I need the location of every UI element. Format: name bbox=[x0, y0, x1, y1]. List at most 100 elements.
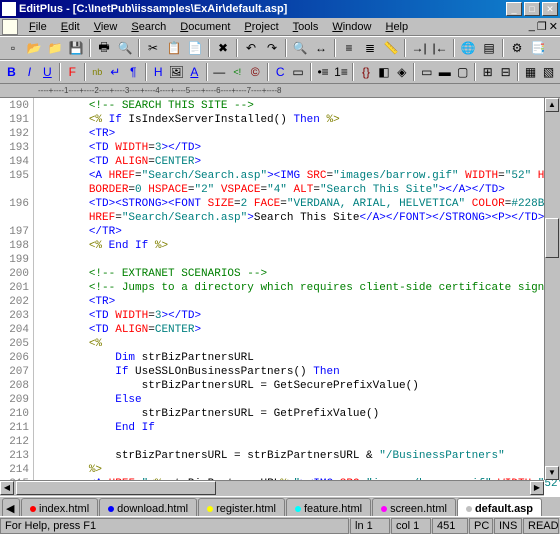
tab-feature-html[interactable]: feature.html bbox=[286, 498, 371, 516]
tablewiz-icon[interactable]: ⊟ bbox=[497, 62, 514, 82]
code-line[interactable]: <!-- EXTRANET SCENARIOS --> bbox=[36, 267, 560, 281]
tab-index-html[interactable]: index.html bbox=[21, 498, 98, 516]
code-line[interactable]: <% bbox=[36, 337, 560, 351]
input-icon[interactable]: ▬ bbox=[436, 62, 453, 82]
minimize-button[interactable]: _ bbox=[506, 2, 522, 16]
find-icon[interactable]: 🔍 bbox=[290, 38, 310, 58]
heading-icon[interactable]: H bbox=[150, 62, 167, 82]
scroll-right-icon[interactable]: ▶ bbox=[530, 481, 544, 495]
table-icon[interactable]: ⊞ bbox=[479, 62, 496, 82]
menu-document[interactable]: Document bbox=[173, 20, 237, 34]
code-line[interactable]: If UseSSLOnBusinessPartners() Then bbox=[36, 365, 560, 379]
code-line[interactable]: Dim strBizPartnersURL bbox=[36, 351, 560, 365]
code-line[interactable]: <TD ALIGN=CENTER> bbox=[36, 323, 560, 337]
horizontal-scrollbar[interactable]: ◀ ▶ bbox=[0, 480, 544, 496]
menu-view[interactable]: View bbox=[87, 20, 125, 34]
outdent-icon[interactable]: |← bbox=[430, 38, 450, 58]
print-icon[interactable]: 🖶 bbox=[94, 38, 114, 58]
break-icon[interactable]: ↵ bbox=[107, 62, 124, 82]
code-line[interactable]: <TD><STRONG><FONT SIZE=2 FACE="VERDANA, … bbox=[36, 197, 560, 211]
undo-icon[interactable]: ↶ bbox=[241, 38, 261, 58]
maximize-button[interactable]: □ bbox=[524, 2, 540, 16]
font-icon[interactable]: F bbox=[64, 62, 81, 82]
code-line[interactable]: <!-- SEARCH THIS SITE --> bbox=[36, 99, 560, 113]
scroll-left-icon[interactable]: ◀ bbox=[0, 481, 14, 495]
center-icon[interactable]: C bbox=[272, 62, 289, 82]
para-icon[interactable]: ¶ bbox=[125, 62, 142, 82]
code-line[interactable]: <A HREF="Search/Search.asp"><IMG SRC="im… bbox=[36, 169, 560, 183]
code-line[interactable]: Else bbox=[36, 393, 560, 407]
underline-icon[interactable]: U bbox=[39, 62, 56, 82]
code-line[interactable]: <TR> bbox=[36, 295, 560, 309]
code-line[interactable]: <TD WIDTH=3></TD> bbox=[36, 141, 560, 155]
code-line[interactable]: <TR> bbox=[36, 127, 560, 141]
code-line[interactable]: <TD WIDTH=3></TD> bbox=[36, 309, 560, 323]
scroll-down-icon[interactable]: ▼ bbox=[545, 466, 559, 480]
code-line[interactable]: End If bbox=[36, 421, 560, 435]
noframe-icon[interactable]: ▧ bbox=[540, 62, 557, 82]
hr-icon[interactable]: — bbox=[211, 62, 228, 82]
indent-icon[interactable]: →| bbox=[409, 38, 429, 58]
applet-icon[interactable]: ◧ bbox=[375, 62, 392, 82]
code-line[interactable]: <!-- Jumps to a directory which requires… bbox=[36, 281, 560, 295]
tab-default-asp[interactable]: default.asp bbox=[457, 498, 542, 516]
frame-icon[interactable]: ▦ bbox=[522, 62, 539, 82]
code-line[interactable]: %> bbox=[36, 463, 560, 477]
menu-search[interactable]: Search bbox=[124, 20, 173, 34]
tab-register-html[interactable]: register.html bbox=[198, 498, 285, 516]
image-icon[interactable]: 🖼 bbox=[168, 62, 185, 82]
italic-icon[interactable]: I bbox=[21, 62, 38, 82]
close-button[interactable]: ✕ bbox=[542, 2, 558, 16]
menu-help[interactable]: Help bbox=[378, 20, 415, 34]
replace-icon[interactable]: ↔ bbox=[311, 38, 331, 58]
comment-icon[interactable]: <! bbox=[229, 62, 246, 82]
open-icon[interactable]: 📂 bbox=[24, 38, 44, 58]
code-area[interactable]: <!-- SEARCH THIS SITE --> <% If IsIndexS… bbox=[34, 98, 560, 496]
object-icon[interactable]: ◈ bbox=[393, 62, 410, 82]
menu-edit[interactable]: Edit bbox=[54, 20, 87, 34]
browser-icon[interactable]: 🌐 bbox=[458, 38, 478, 58]
nbsp-icon[interactable]: nb bbox=[89, 62, 106, 82]
ol-icon[interactable]: 1≡ bbox=[333, 62, 350, 82]
anchor-icon[interactable]: A bbox=[186, 62, 203, 82]
code-line[interactable] bbox=[36, 435, 560, 449]
preview-icon[interactable]: 🔍 bbox=[115, 38, 135, 58]
doc-system-icon[interactable] bbox=[2, 19, 18, 35]
menu-window[interactable]: Window bbox=[325, 20, 378, 34]
div-icon[interactable]: ▭ bbox=[290, 62, 307, 82]
cut-icon[interactable]: ✂ bbox=[143, 38, 163, 58]
code-line[interactable] bbox=[36, 253, 560, 267]
bold-icon[interactable]: B bbox=[3, 62, 20, 82]
open-remote-icon[interactable]: 📁 bbox=[45, 38, 65, 58]
code-line[interactable]: <% If IsIndexServerInstalled() Then %> bbox=[36, 113, 560, 127]
menu-file[interactable]: File bbox=[22, 20, 54, 34]
scroll-thumb[interactable] bbox=[545, 218, 559, 258]
code-line[interactable]: BORDER=0 HSPACE="2" VSPACE="4" ALT="Sear… bbox=[36, 183, 560, 197]
delete-icon[interactable]: ✖ bbox=[213, 38, 233, 58]
tab-download-html[interactable]: download.html bbox=[99, 498, 197, 516]
directory-icon[interactable]: 📑 bbox=[528, 38, 548, 58]
mdi-close-button[interactable]: ✕ bbox=[549, 20, 558, 33]
ul-icon[interactable]: •≡ bbox=[315, 62, 332, 82]
settings-icon[interactable]: ⚙ bbox=[507, 38, 527, 58]
tab-screen-html[interactable]: screen.html bbox=[372, 498, 456, 516]
code-line[interactable]: <TD ALIGN=CENTER> bbox=[36, 155, 560, 169]
scroll-up-icon[interactable]: ▲ bbox=[545, 98, 559, 112]
copy-icon[interactable]: 📋 bbox=[164, 38, 184, 58]
menu-project[interactable]: Project bbox=[237, 20, 285, 34]
scroll-thumb-h[interactable] bbox=[16, 481, 216, 495]
textarea-icon[interactable]: ▢ bbox=[454, 62, 471, 82]
code-line[interactable]: strBizPartnersURL = strBizPartnersURL & … bbox=[36, 449, 560, 463]
code-line[interactable]: HREF="Search/Search.asp">Search This Sit… bbox=[36, 211, 560, 225]
menu-tools[interactable]: Tools bbox=[286, 20, 326, 34]
code-editor[interactable]: 1901911921931941951961971981992002012022… bbox=[0, 98, 560, 496]
char-icon[interactable]: © bbox=[247, 62, 264, 82]
vertical-scrollbar[interactable]: ▲ ▼ bbox=[544, 98, 560, 480]
paste-icon[interactable]: 📄 bbox=[185, 38, 205, 58]
wrap-icon[interactable]: ≡ bbox=[339, 38, 359, 58]
columns-icon[interactable]: ▤ bbox=[479, 38, 499, 58]
form-icon[interactable]: ▭ bbox=[418, 62, 435, 82]
code-line[interactable]: <% End If %> bbox=[36, 239, 560, 253]
code-line[interactable]: strBizPartnersURL = GetSecurePrefixValue… bbox=[36, 379, 560, 393]
redo-icon[interactable]: ↷ bbox=[262, 38, 282, 58]
